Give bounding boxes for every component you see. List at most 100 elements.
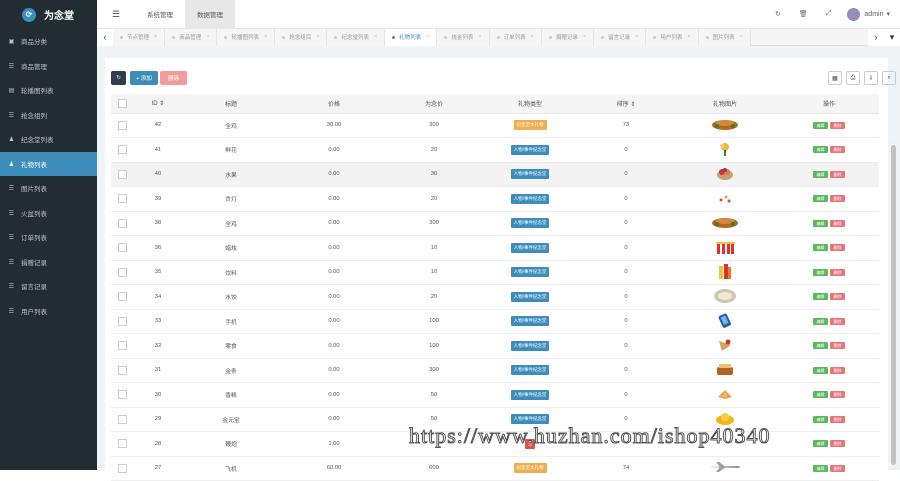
tabs-prev-icon[interactable]: ‹ xyxy=(97,28,113,46)
row-select[interactable] xyxy=(111,235,133,261)
row-select[interactable] xyxy=(111,211,133,236)
row-select[interactable] xyxy=(111,113,133,138)
close-icon[interactable]: × xyxy=(374,34,377,40)
row-checkbox[interactable] xyxy=(117,341,127,351)
row-select[interactable] xyxy=(111,309,133,334)
sidebar-item-3[interactable]: ☰ 抢念组列 xyxy=(0,103,97,128)
row-checkbox[interactable] xyxy=(117,194,127,204)
row-checkbox[interactable] xyxy=(117,439,127,449)
edit-button[interactable]: 编辑 xyxy=(813,342,828,350)
row-checkbox[interactable] xyxy=(117,463,127,473)
row-checkbox[interactable] xyxy=(117,243,127,253)
tab-0[interactable]: 节点管理 × xyxy=(113,28,166,46)
table-row[interactable]: 27 飞机 60.00 600 纪念堂大礼物 74 编辑 删除 xyxy=(111,456,879,481)
row-delete-button[interactable]: 删除 xyxy=(830,268,845,276)
edit-button[interactable]: 编辑 xyxy=(813,440,828,448)
sidebar-item-1[interactable]: ☰ 商品管理 xyxy=(0,54,97,79)
row-select[interactable] xyxy=(111,431,133,457)
row-select[interactable] xyxy=(111,284,133,310)
close-icon[interactable]: × xyxy=(531,34,534,40)
edit-button[interactable]: 编辑 xyxy=(813,244,828,252)
tab-7[interactable]: 订单列表 × xyxy=(489,28,542,46)
edit-button[interactable]: 编辑 xyxy=(813,146,828,154)
row-checkbox[interactable] xyxy=(117,414,127,424)
edit-button[interactable]: 编辑 xyxy=(813,170,828,178)
close-icon[interactable]: × xyxy=(687,34,690,40)
row-checkbox[interactable] xyxy=(117,169,127,179)
row-delete-button[interactable]: 删除 xyxy=(830,317,845,325)
sidebar-item-4[interactable]: ♟ 纪念堂列表 xyxy=(0,127,97,152)
print-icon[interactable]: ⎙ xyxy=(846,71,860,85)
row-select[interactable] xyxy=(111,407,133,432)
close-icon[interactable]: × xyxy=(635,34,638,40)
tabs-dropdown-icon[interactable]: ▾ xyxy=(884,28,900,46)
row-select[interactable] xyxy=(111,162,133,187)
row-delete-button[interactable]: 删除 xyxy=(830,219,845,227)
row-select[interactable] xyxy=(111,186,133,212)
row-delete-button[interactable]: 删除 xyxy=(830,391,845,399)
tab-6[interactable]: 烧金列表 × xyxy=(437,28,490,46)
row-select[interactable] xyxy=(111,456,133,481)
tab-9[interactable]: 留言记录 × xyxy=(594,28,647,46)
close-icon[interactable]: × xyxy=(154,34,157,40)
trash-icon[interactable]: 🗑 xyxy=(799,10,808,18)
table-row[interactable]: 41 鲜花 0.00 20 人物/事件纪念堂 0 编辑 删除 xyxy=(111,137,879,163)
row-delete-button[interactable]: 删除 xyxy=(830,195,845,203)
sidebar-item-5[interactable]: ♟ 礼物列表 xyxy=(0,151,97,176)
col-id[interactable]: ID ⇕ xyxy=(133,94,183,114)
row-select[interactable] xyxy=(111,333,133,359)
menu-toggle-icon[interactable]: ☰ xyxy=(97,9,135,20)
topnav-data[interactable]: 数据管理 xyxy=(185,0,235,29)
select-all-header[interactable] xyxy=(111,94,133,114)
row-delete-button[interactable]: 删除 xyxy=(830,366,845,374)
tab-10[interactable]: 用户列表 × xyxy=(646,28,699,46)
row-checkbox[interactable] xyxy=(117,316,127,326)
row-delete-button[interactable]: 删除 xyxy=(830,170,845,178)
sidebar-item-9[interactable]: ☰ 捐赠记录 xyxy=(0,250,97,275)
close-icon[interactable]: × xyxy=(740,34,743,40)
row-select[interactable] xyxy=(111,382,133,408)
row-delete-button[interactable]: 删除 xyxy=(830,440,845,448)
close-icon[interactable]: × xyxy=(426,34,429,40)
edit-button[interactable]: 编辑 xyxy=(813,195,828,203)
sidebar-item-6[interactable]: ☰ 图片列表 xyxy=(0,176,97,201)
table-row[interactable]: 32 零食 0.00 100 人物/事件纪念堂 0 编辑 删除 xyxy=(111,333,879,359)
page-scrollbar[interactable] xyxy=(890,141,897,470)
tab-5[interactable]: 礼物列表 × xyxy=(385,28,438,46)
table-row[interactable]: 31 金条 0.00 300 人物/事件纪念堂 0 编辑 删除 xyxy=(111,358,879,383)
refresh-icon[interactable]: ↻ xyxy=(775,10,781,18)
table-row[interactable]: 39 贡灯 0.00 20 人物/事件纪念堂 0 编辑 删除 xyxy=(111,186,879,212)
close-icon[interactable]: × xyxy=(206,34,209,40)
edit-button[interactable]: 编辑 xyxy=(813,121,828,129)
table-row[interactable]: 30 香糕 0.00 50 人物/事件纪念堂 0 编辑 删除 xyxy=(111,382,879,408)
col-sort[interactable]: 排序 ⇕ xyxy=(581,94,671,114)
table-row[interactable]: 35 饮料 0.00 10 人物/事件纪念堂 0 编辑 删除 xyxy=(111,260,879,285)
edit-button[interactable]: 编辑 xyxy=(813,293,828,301)
edit-button[interactable]: 编辑 xyxy=(813,219,828,227)
table-row[interactable]: 34 水饺 0.00 20 人物/事件纪念堂 0 编辑 删除 xyxy=(111,284,879,310)
table-row[interactable]: 38 全鸡 0.00 300 人物/事件纪念堂 0 编辑 删除 xyxy=(111,211,879,236)
row-checkbox[interactable] xyxy=(117,365,127,375)
tab-11[interactable]: 图片列表 × xyxy=(698,28,751,46)
sidebar-item-10[interactable]: ☰ 留言记录 xyxy=(0,274,97,299)
row-checkbox[interactable] xyxy=(117,390,127,400)
columns-icon[interactable]: ▦ xyxy=(828,71,842,85)
row-select[interactable] xyxy=(111,358,133,383)
tabs-next-icon[interactable]: › xyxy=(868,28,884,46)
sidebar-item-11[interactable]: ☰ 用户列表 xyxy=(0,299,97,324)
table-row[interactable]: 36 蜡烛 0.00 10 人物/事件纪念堂 0 编辑 删除 xyxy=(111,235,879,261)
row-select[interactable] xyxy=(111,137,133,163)
row-delete-button[interactable]: 删除 xyxy=(830,293,845,301)
row-delete-button[interactable]: 删除 xyxy=(830,244,845,252)
row-checkbox[interactable] xyxy=(117,292,127,302)
edit-button[interactable]: 编辑 xyxy=(813,415,828,423)
fullscreen-icon[interactable]: ⤢ xyxy=(826,10,832,18)
table-row[interactable]: 42 全鸡 30.00 300 纪念堂大礼物 73 编辑 删除 xyxy=(111,113,879,138)
edit-button[interactable]: 编辑 xyxy=(813,366,828,374)
avatar[interactable] xyxy=(847,7,861,21)
edit-button[interactable]: 编辑 xyxy=(813,464,828,472)
tab-3[interactable]: 抢念组目 × xyxy=(275,28,328,46)
row-checkbox[interactable] xyxy=(117,120,127,130)
topnav-system[interactable]: 系统管理 xyxy=(135,0,185,29)
add-button[interactable]: + 添加 xyxy=(130,71,158,85)
